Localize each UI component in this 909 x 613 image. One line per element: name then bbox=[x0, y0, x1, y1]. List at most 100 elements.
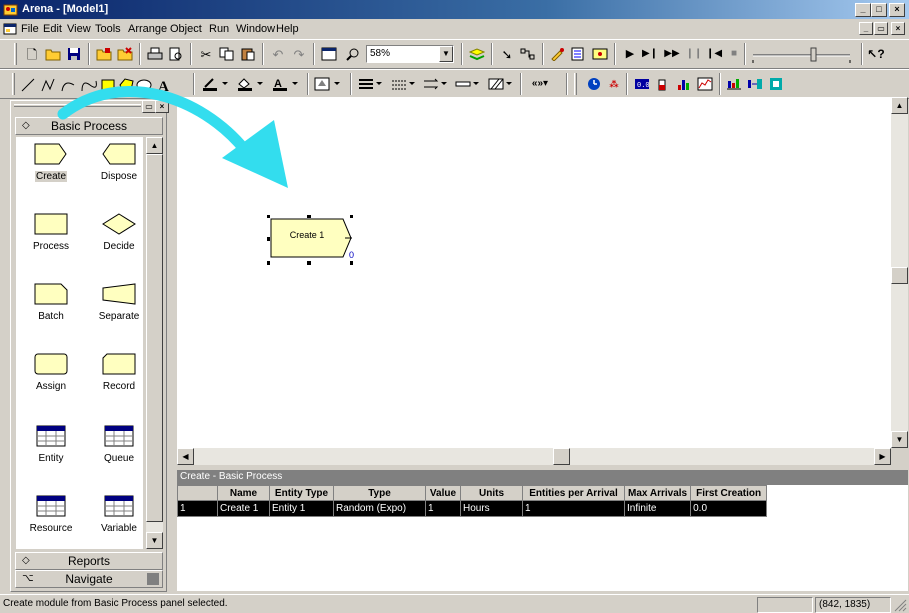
context-help-icon[interactable]: ↖? bbox=[866, 44, 886, 64]
menu-file[interactable]: File bbox=[21, 23, 39, 35]
polygon-icon[interactable] bbox=[119, 78, 134, 92]
module-decide[interactable]: Decide bbox=[84, 213, 143, 252]
menu-arrange[interactable]: Arrange bbox=[128, 23, 167, 35]
smart-connect-icon[interactable] bbox=[518, 44, 538, 64]
undo-icon[interactable]: ↶ bbox=[268, 44, 288, 64]
open-icon[interactable] bbox=[43, 44, 63, 64]
queue-icon[interactable] bbox=[724, 74, 744, 94]
close-button[interactable]: × bbox=[889, 3, 905, 17]
panel-navigate[interactable]: ⌥ Navigate bbox=[15, 570, 163, 588]
start-over-icon[interactable]: ❙◀ bbox=[704, 44, 724, 64]
bezier-icon[interactable] bbox=[81, 80, 97, 92]
fill-color-icon[interactable] bbox=[235, 74, 269, 94]
scroll-down-button[interactable]: ▼ bbox=[146, 532, 163, 549]
background-color-icon[interactable] bbox=[312, 74, 346, 94]
new-icon[interactable]: 🗋 bbox=[22, 44, 42, 64]
scroll-thumb[interactable] bbox=[146, 154, 163, 522]
paste-icon[interactable] bbox=[238, 44, 258, 64]
module-entity[interactable]: Entity bbox=[16, 425, 86, 464]
layers-icon[interactable] bbox=[467, 44, 487, 64]
canvas-horizontal-scrollbar[interactable]: ◀ ▶ bbox=[177, 448, 891, 465]
mdi-minimize-button[interactable]: _ bbox=[859, 22, 873, 35]
menu-tools[interactable]: Tools bbox=[95, 23, 121, 35]
navigate-thumbnail-icon[interactable] bbox=[147, 573, 159, 585]
line-style-icon[interactable] bbox=[389, 74, 419, 94]
cell-units[interactable]: Hours bbox=[460, 500, 523, 517]
panel-scrollbar[interactable]: ▲ ▼ bbox=[146, 137, 163, 549]
zoom-select[interactable]: 58% ▼ bbox=[366, 45, 454, 63]
menu-object[interactable]: Object bbox=[170, 23, 202, 35]
line-color-icon[interactable] bbox=[200, 74, 234, 94]
scroll-right-button[interactable]: ▶ bbox=[874, 448, 891, 465]
text-icon[interactable]: A bbox=[158, 79, 169, 93]
level-icon[interactable] bbox=[653, 74, 673, 94]
canvas-create-module[interactable]: Create 1 0 bbox=[267, 215, 354, 265]
polyline-icon[interactable] bbox=[41, 78, 55, 92]
template-detach-icon[interactable] bbox=[115, 44, 135, 64]
toolbar-grip[interactable] bbox=[574, 73, 577, 95]
minimize-button[interactable]: _ bbox=[855, 3, 871, 17]
module-resource[interactable]: Resource bbox=[16, 495, 86, 534]
cell-name[interactable]: Create 1 bbox=[217, 500, 270, 517]
show-dimensions-icon[interactable]: «»▾ bbox=[525, 74, 555, 94]
arrow-style-icon[interactable] bbox=[421, 74, 451, 94]
toolbar-grip[interactable] bbox=[12, 73, 15, 95]
cell-value[interactable]: 1 bbox=[425, 500, 461, 517]
menu-edit[interactable]: Edit bbox=[43, 23, 62, 35]
scroll-thumb[interactable] bbox=[553, 448, 570, 465]
scroll-left-button[interactable]: ◀ bbox=[177, 448, 194, 465]
template-attach-icon[interactable] bbox=[94, 44, 114, 64]
arc-icon[interactable] bbox=[61, 82, 75, 92]
module-create[interactable]: Create bbox=[16, 143, 86, 182]
cell-entity-type[interactable]: Entity 1 bbox=[269, 500, 334, 517]
cell-first-creation[interactable]: 0.0 bbox=[690, 500, 768, 517]
cell-type[interactable]: Random (Expo) bbox=[333, 500, 426, 517]
col-header[interactable]: Type bbox=[333, 485, 426, 501]
project-bar-grip[interactable] bbox=[14, 104, 141, 107]
scroll-down-button[interactable]: ▼ bbox=[891, 431, 908, 448]
line-pattern-icon[interactable] bbox=[453, 74, 483, 94]
ellipse-icon[interactable] bbox=[136, 79, 152, 91]
module-dispose[interactable]: Dispose bbox=[84, 143, 143, 182]
maximize-button[interactable]: □ bbox=[871, 3, 887, 17]
table-row[interactable]: 1 Create 1 Entity 1 Random (Expo) 1 Hour… bbox=[177, 500, 768, 517]
module-assign[interactable]: Assign bbox=[16, 353, 86, 392]
line-width-icon[interactable] bbox=[356, 74, 386, 94]
col-header[interactable]: Units bbox=[460, 485, 523, 501]
line-icon[interactable] bbox=[21, 78, 35, 92]
col-header[interactable]: Name bbox=[217, 485, 270, 501]
resource-icon[interactable] bbox=[745, 74, 765, 94]
mdi-close-button[interactable]: × bbox=[891, 22, 905, 35]
expression-builder-icon[interactable] bbox=[590, 44, 610, 64]
module-batch[interactable]: Batch bbox=[16, 283, 86, 322]
connect-icon[interactable]: ➘ bbox=[497, 44, 517, 64]
variable-icon[interactable]: 0.0 bbox=[632, 74, 652, 94]
col-header[interactable]: Entities per Arrival bbox=[522, 485, 625, 501]
submodel-icon[interactable] bbox=[548, 44, 568, 64]
animation-speed-slider[interactable] bbox=[750, 45, 855, 65]
go-icon[interactable]: ▶ bbox=[620, 44, 640, 64]
zoom-icon[interactable] bbox=[343, 44, 363, 64]
mdi-restore-button[interactable]: ▭ bbox=[874, 22, 888, 35]
col-header[interactable]: First Creation bbox=[690, 485, 768, 501]
chevron-down-icon[interactable]: ▼ bbox=[439, 46, 453, 62]
module-record[interactable]: Record bbox=[84, 353, 143, 392]
module-variable[interactable]: Variable bbox=[84, 495, 143, 534]
resize-grip-icon[interactable] bbox=[894, 599, 907, 612]
fast-forward-icon[interactable]: ▶▶ bbox=[662, 44, 682, 64]
module-separate[interactable]: Separate bbox=[84, 283, 143, 322]
edit-data-icon[interactable] bbox=[569, 44, 589, 64]
panel-basic-process[interactable]: ◇ Basic Process bbox=[15, 117, 163, 135]
print-icon[interactable] bbox=[145, 44, 165, 64]
save-icon[interactable] bbox=[64, 44, 84, 64]
scroll-up-button[interactable]: ▲ bbox=[891, 97, 908, 114]
project-bar-close-button[interactable]: × bbox=[155, 100, 169, 113]
module-process[interactable]: Process bbox=[16, 213, 86, 252]
document-icon[interactable] bbox=[3, 22, 17, 36]
toolbar-grip[interactable] bbox=[14, 43, 17, 65]
plot-icon[interactable] bbox=[695, 74, 715, 94]
col-header[interactable]: Entity Type bbox=[269, 485, 334, 501]
cell-max-arrivals[interactable]: Infinite bbox=[623, 500, 692, 517]
copy-icon[interactable] bbox=[217, 44, 237, 64]
canvas-vertical-scrollbar[interactable]: ▲ ▼ bbox=[891, 97, 908, 448]
